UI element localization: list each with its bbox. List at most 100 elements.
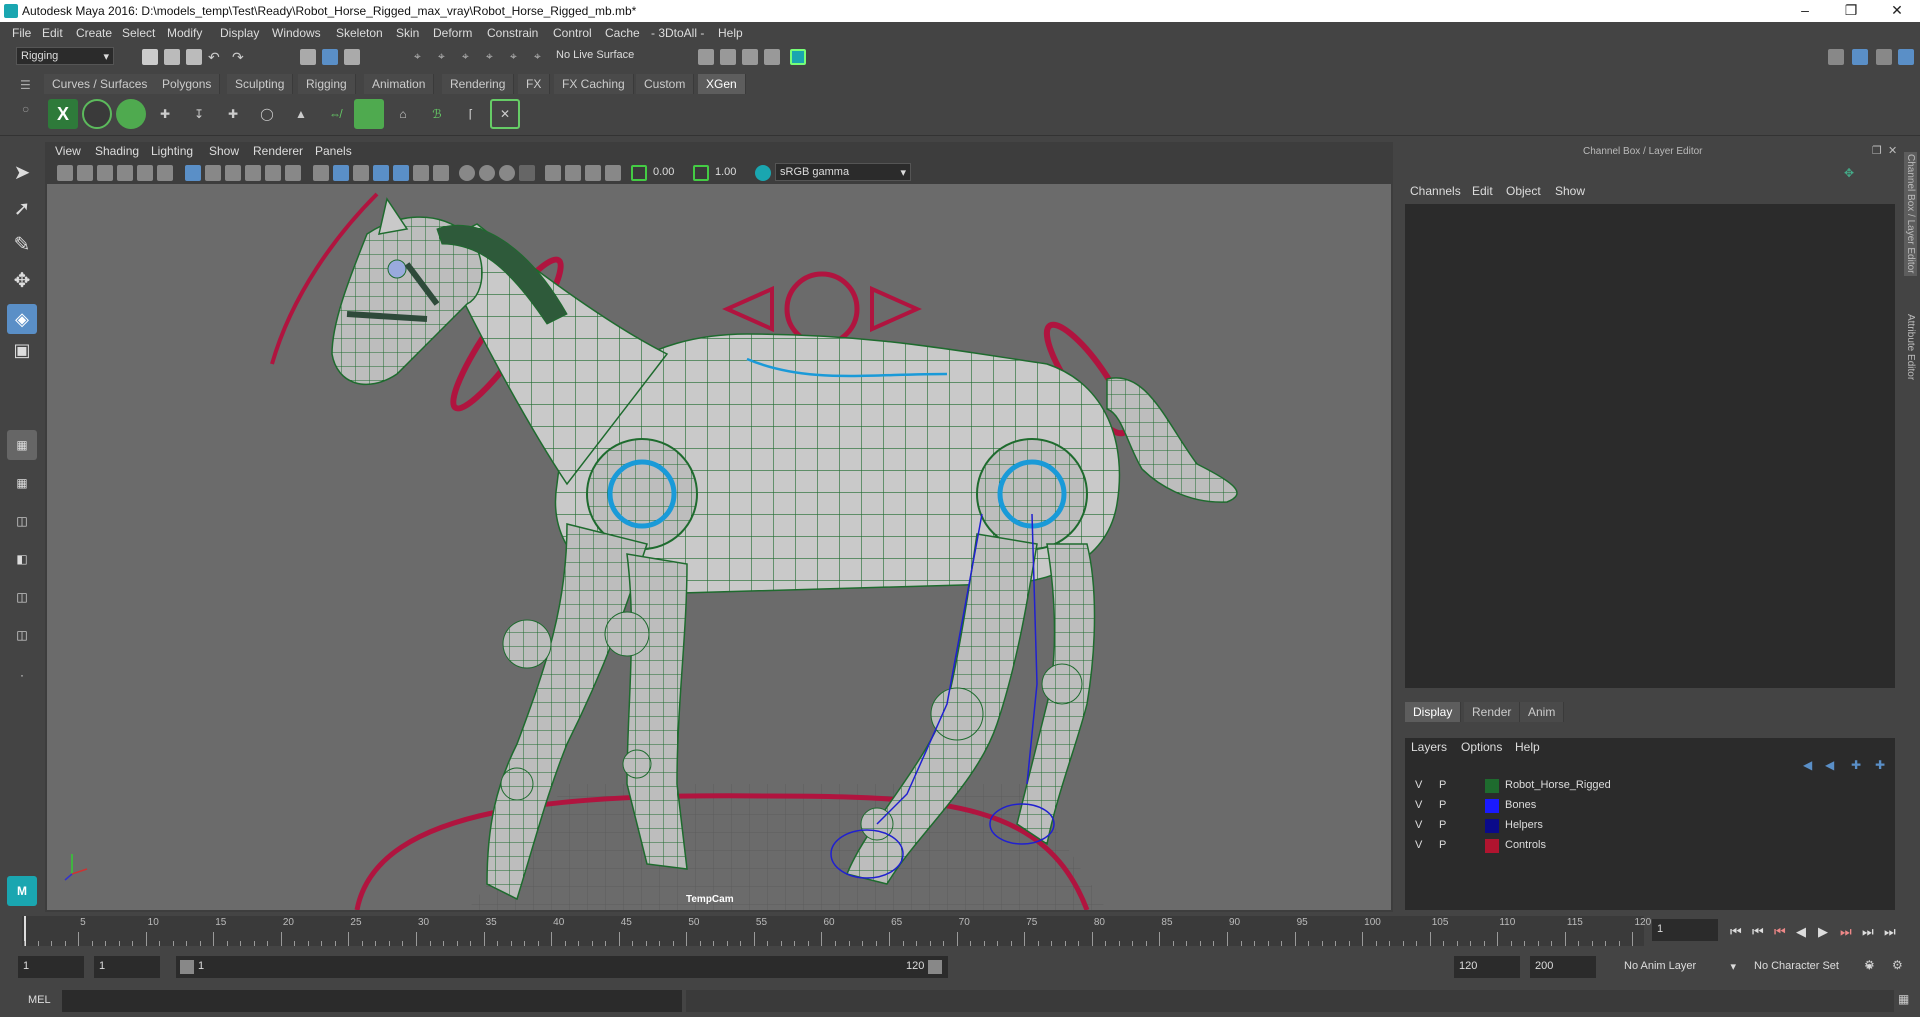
le-menu-options[interactable]: Options [1461,740,1502,754]
le-menu-help[interactable]: Help [1515,740,1540,754]
new-layer-icon[interactable]: ✚ [1851,758,1861,772]
xgen-delete-icon[interactable]: ✕ [490,99,520,129]
layer-visibility[interactable]: V [1415,819,1422,831]
layer-row-helpers[interactable]: V P Helpers [1405,816,1895,836]
xgen-add-guide-icon[interactable]: ✚ [150,99,180,129]
layer-playback[interactable]: P [1439,819,1446,831]
tab-custom[interactable]: Custom [636,74,695,94]
safe-action-icon[interactable] [285,165,301,181]
smooth-shade-icon[interactable] [333,165,349,181]
auto-key-icon[interactable]: ⚙ [1864,958,1875,972]
menu-skeleton[interactable]: Skeleton [336,26,383,40]
vp-menu-lighting[interactable]: Lighting [151,144,193,158]
range-end-handle[interactable] [928,960,942,974]
cb-menu-show[interactable]: Show [1555,184,1585,198]
film-gate-icon[interactable] [205,165,221,181]
current-frame-field[interactable]: 1 [1652,919,1718,941]
wireframe-on-shaded-icon[interactable] [373,165,389,181]
gamma-icon[interactable] [693,165,709,181]
layer-row-controls[interactable]: V P Controls [1405,836,1895,856]
hypershade-icon[interactable] [790,49,806,65]
wireframe-icon[interactable] [313,165,329,181]
grid-toggle-icon[interactable] [185,165,201,181]
snap-curve-icon[interactable]: ⌖ [438,49,454,65]
move-layer-down-icon[interactable]: ◀ [1825,758,1834,772]
menu-display[interactable]: Display [220,26,259,40]
snap-plane-icon[interactable]: ⌖ [486,49,502,65]
close-icon[interactable]: ✕ [1874,0,1920,22]
gamma-field[interactable]: 1.00 [711,164,753,180]
menu-deform[interactable]: Deform [433,26,472,40]
xgen-cut-icon[interactable]: ⌈ [456,99,486,129]
shelf-options-icon[interactable]: ○ [22,102,29,116]
menu-3dtoall[interactable]: - 3DtoAll - [651,26,704,40]
cmd-language-label[interactable]: MEL [28,994,51,1006]
xray-joints-icon[interactable] [585,165,601,181]
outliner-toggle-icon[interactable] [1876,49,1892,65]
outliner-layout-icon[interactable]: ◧ [7,544,37,574]
vp-menu-renderer[interactable]: Renderer [253,144,303,158]
anim-layer-dropdown[interactable]: No Anim Layer ▾ [1620,956,1740,978]
xray-icon[interactable] [565,165,581,181]
side-tab-attribute-editor[interactable]: Attribute Editor [1904,312,1917,382]
select-hierarchy-icon[interactable] [300,49,316,65]
redo-icon[interactable]: ↷ [232,49,248,65]
xgen-layer-icon[interactable] [354,99,384,129]
xray-components-icon[interactable] [605,165,621,181]
command-input[interactable] [62,990,682,1012]
close-panel-icon[interactable]: ✕ [1888,144,1897,157]
xgen-grass-icon[interactable]: ℬ [422,99,452,129]
menu-windows[interactable]: Windows [272,26,321,40]
vp-menu-panels[interactable]: Panels [315,144,352,158]
render-frame-icon[interactable] [720,49,736,65]
tab-xgen[interactable]: XGen [698,74,746,94]
menu-cache[interactable]: Cache [605,26,640,40]
layer-visibility[interactable]: V [1415,779,1422,791]
xgen-place-icon[interactable]: ↧ [184,99,214,129]
menu-help[interactable]: Help [718,26,743,40]
exposure-field[interactable]: 0.00 [649,164,691,180]
new-scene-icon[interactable] [142,49,158,65]
step-forward-key-icon[interactable]: ⏭ [1840,924,1852,940]
depth-of-field-icon[interactable] [519,165,535,181]
layer-color-swatch[interactable] [1485,799,1499,813]
snap-magnet-icon[interactable]: ⌖ [534,49,550,65]
menu-skin[interactable]: Skin [396,26,419,40]
anim-prefs-icon[interactable]: ⚙ [1892,958,1903,972]
step-back-icon[interactable]: ⏮ [1752,924,1764,940]
layer-visibility[interactable]: V [1415,799,1422,811]
timeline-ruler[interactable]: 5 10 15 20 25 30 35 40 45 50 55 60 65 70 75 80 85 90 95 100… [22,916,1651,946]
layer-color-swatch[interactable] [1485,779,1499,793]
range-slider[interactable]: 1 120 [176,956,948,978]
tab-render[interactable]: Render [1464,702,1521,722]
lights-icon[interactable] [413,165,429,181]
render-settings-icon[interactable] [698,49,714,65]
tab-curves-surfaces[interactable]: Curves / Surfaces [44,74,157,94]
cb-menu-channels[interactable]: Channels [1410,184,1461,198]
render-view-icon[interactable] [764,49,780,65]
restore-icon[interactable]: ❐ [1828,0,1874,22]
tab-fx[interactable]: FX [518,74,551,94]
tab-rigging[interactable]: Rigging [298,74,356,94]
select-object-icon[interactable] [322,49,338,65]
snap-surface-icon[interactable]: ⌖ [510,49,526,65]
new-layer-selected-icon[interactable]: ✚ [1875,758,1885,772]
step-forward-icon[interactable]: ⏭ [1862,924,1874,940]
move-layer-up-icon[interactable]: ◀ [1803,758,1812,772]
image-plane-icon[interactable] [117,165,133,181]
graph-layout-icon[interactable]: ◫ [7,582,37,612]
undo-icon[interactable]: ↶ [208,49,224,65]
paint-select-icon[interactable]: ✎ [7,232,37,262]
layer-playback[interactable]: P [1439,839,1446,851]
layer-color-swatch[interactable] [1485,839,1499,853]
3d-viewport[interactable]: TempCam [47,184,1391,910]
resolution-gate-icon[interactable] [225,165,241,181]
xgen-preview-icon[interactable] [82,99,112,129]
xgen-sculpt-icon[interactable]: ✚ [218,99,248,129]
xgen-comb-icon[interactable]: ⌂ [388,99,418,129]
select-component-icon[interactable] [344,49,360,65]
xgen-lock-icon[interactable]: ▲ [286,99,316,129]
side-tab-channel-box[interactable]: Channel Box / Layer Editor [1904,152,1917,276]
shadows-icon[interactable] [433,165,449,181]
minimize-icon[interactable]: – [1782,0,1828,22]
